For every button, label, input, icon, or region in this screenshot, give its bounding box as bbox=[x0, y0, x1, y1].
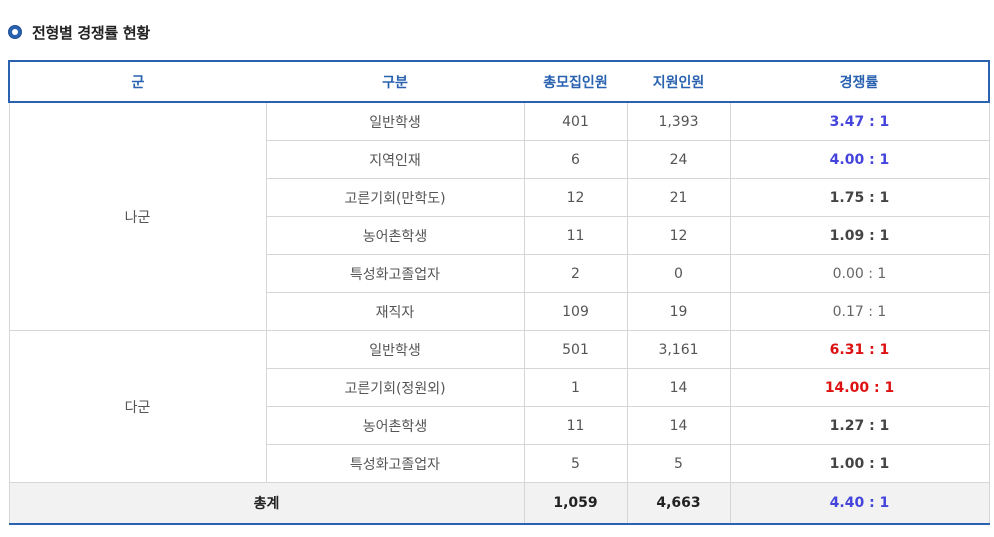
table-row: 나군 일반학생 401 1,393 3.47 : 1 bbox=[8, 101, 990, 331]
applicants-cell: 14 bbox=[626, 406, 731, 445]
applicants-cell: 1,393 bbox=[626, 101, 731, 141]
total-label: 총계 bbox=[8, 482, 525, 525]
ratio-cell: 6.31 : 1 bbox=[729, 330, 990, 369]
header-group: 군 bbox=[8, 60, 266, 103]
header-category: 구분 bbox=[266, 60, 524, 103]
total-ratio: 4.40 : 1 bbox=[729, 482, 990, 525]
quota-cell: 2 bbox=[523, 254, 628, 293]
group-cell: 나군 bbox=[8, 101, 267, 331]
category-cell: 고른기회(정원외) bbox=[265, 368, 525, 407]
applicants-cell: 0 bbox=[626, 254, 731, 293]
quota-cell: 11 bbox=[523, 216, 628, 255]
table-body: 나군 일반학생 401 1,393 3.47 : 1 지역인재 6 24 4.0… bbox=[8, 101, 990, 525]
quota-cell: 5 bbox=[523, 444, 628, 483]
total-applicants: 4,663 bbox=[626, 482, 731, 525]
ratio-cell: 3.47 : 1 bbox=[729, 101, 990, 141]
applicants-cell: 24 bbox=[626, 140, 731, 179]
category-cell: 농어촌학생 bbox=[265, 216, 525, 255]
header-ratio: 경쟁률 bbox=[730, 60, 990, 103]
quota-cell: 1 bbox=[523, 368, 628, 407]
category-cell: 일반학생 bbox=[265, 330, 525, 369]
category-cell: 지역인재 bbox=[265, 140, 525, 179]
applicants-cell: 14 bbox=[626, 368, 731, 407]
category-cell: 특성화고졸업자 bbox=[265, 444, 525, 483]
header-applicants: 지원인원 bbox=[627, 60, 730, 103]
ratio-cell: 4.00 : 1 bbox=[729, 140, 990, 179]
group-cell: 다군 bbox=[8, 330, 267, 483]
quota-cell: 11 bbox=[523, 406, 628, 445]
total-row: 총계 1,059 4,663 4.40 : 1 bbox=[8, 482, 990, 525]
applicants-cell: 12 bbox=[626, 216, 731, 255]
ratio-cell: 1.75 : 1 bbox=[729, 178, 990, 217]
section-header: 전형별 경쟁률 현황 bbox=[8, 22, 150, 42]
ratio-cell: 0.17 : 1 bbox=[729, 292, 990, 331]
category-cell: 일반학생 bbox=[265, 101, 525, 141]
header-quota: 총모집인원 bbox=[524, 60, 627, 103]
table-row: 다군 일반학생 501 3,161 6.31 : 1 bbox=[8, 330, 990, 483]
ratio-cell: 1.00 : 1 bbox=[729, 444, 990, 483]
category-cell: 특성화고졸업자 bbox=[265, 254, 525, 293]
ratio-cell: 0.00 : 1 bbox=[729, 254, 990, 293]
circle-bullet-icon bbox=[8, 25, 22, 39]
applicants-cell: 3,161 bbox=[626, 330, 731, 369]
section-title: 전형별 경쟁률 현황 bbox=[32, 23, 150, 42]
category-cell: 고른기회(만학도) bbox=[265, 178, 525, 217]
table-header: 군 구분 총모집인원 지원인원 경쟁률 bbox=[8, 60, 990, 103]
total-quota: 1,059 bbox=[523, 482, 628, 525]
category-cell: 농어촌학생 bbox=[265, 406, 525, 445]
quota-cell: 401 bbox=[523, 101, 628, 141]
competition-rate-table: 군 구분 총모집인원 지원인원 경쟁률 나군 일반학생 401 1,393 3.… bbox=[8, 60, 990, 525]
quota-cell: 6 bbox=[523, 140, 628, 179]
quota-cell: 109 bbox=[523, 292, 628, 331]
category-cell: 재직자 bbox=[265, 292, 525, 331]
applicants-cell: 5 bbox=[626, 444, 731, 483]
quota-cell: 12 bbox=[523, 178, 628, 217]
quota-cell: 501 bbox=[523, 330, 628, 369]
ratio-cell: 1.27 : 1 bbox=[729, 406, 990, 445]
ratio-cell: 1.09 : 1 bbox=[729, 216, 990, 255]
ratio-cell: 14.00 : 1 bbox=[729, 368, 990, 407]
applicants-cell: 19 bbox=[626, 292, 731, 331]
applicants-cell: 21 bbox=[626, 178, 731, 217]
